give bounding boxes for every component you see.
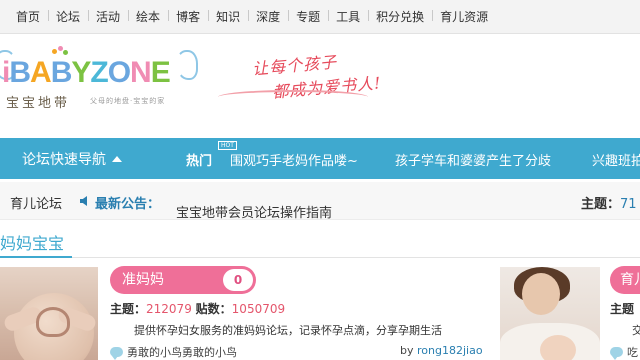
slogan: 让每个孩子 都成为爱书人!	[218, 46, 412, 102]
hot-label: 热门	[186, 154, 213, 169]
topics-label-2: 主题	[610, 302, 635, 316]
nav-item-forum[interactable]: 论坛	[48, 8, 88, 25]
logo-cn-name: 宝宝地带	[6, 96, 71, 111]
nav-item-events[interactable]: 活动	[88, 8, 128, 25]
hot-link-3[interactable]: 兴趣班拍	[592, 150, 640, 169]
forum-quick-nav-button[interactable]: 论坛快速导航	[0, 138, 172, 179]
nav-item-picture-books[interactable]: 绘本	[128, 8, 168, 25]
by-label: by	[400, 344, 414, 357]
site-header: iBABYZONE 宝宝地带 父母的地盘·宝宝的家 让每个孩子 都成为爱书人!	[0, 38, 640, 138]
announcement-bar: 育儿论坛 最新公告： 宝宝地带会员论坛操作指南 主题：71	[0, 182, 640, 221]
triangle-up-icon	[112, 155, 122, 162]
nav-item-blog[interactable]: 博客	[168, 8, 208, 25]
chat-bubble-icon	[610, 347, 623, 360]
site-logo[interactable]: iBABYZONE	[2, 56, 171, 90]
topics-label: 主题：	[110, 302, 147, 316]
nav-item-in-depth[interactable]: 深度	[248, 8, 288, 25]
hot-link-1[interactable]: 围观巧手老妈作品喽~	[230, 150, 358, 169]
nav-item-parenting-resources[interactable]: 育儿资源	[432, 8, 496, 25]
forum-nav-bar: 论坛快速导航 热门 HOT 围观巧手老妈作品喽~ 孩子学车和婆婆产生了分歧 兴趣…	[0, 138, 640, 179]
last-post-link[interactable]: 勇敢的小鸟勇敢的小鸟	[127, 344, 237, 360]
today-posts-badge: 0	[223, 269, 253, 291]
forum-stats-2: 主题	[610, 300, 634, 317]
last-post-author: by rong182jiao	[400, 344, 483, 357]
author-link[interactable]: rong182jiao	[417, 344, 483, 357]
nav-item-tools[interactable]: 工具	[328, 8, 368, 25]
forum-stats: 主题：212079 贴数：1050709	[110, 300, 285, 317]
nav-item-knowledge[interactable]: 知识	[208, 8, 248, 25]
total-topics-value: 71	[620, 197, 637, 212]
hot-link-2[interactable]: 孩子学车和婆婆产生了分歧	[395, 150, 551, 169]
total-topics-stat: 主题：71	[581, 193, 637, 212]
forum-title-parenting[interactable]: 育儿	[610, 266, 640, 294]
logo-wing-right-icon	[176, 50, 198, 80]
top-nav: 首页 论坛 活动 绘本 博客 知识 深度 专题 工具 积分兑换 育儿资源	[0, 0, 640, 34]
forum-description: 提供怀孕妇女服务的准妈妈论坛，记录怀孕点滴，分享孕期生活	[134, 324, 442, 337]
section-title-underline	[0, 256, 72, 258]
section-title[interactable]: 妈妈宝宝	[0, 230, 64, 254]
nav-item-home[interactable]: 首页	[8, 8, 48, 25]
forum-title-pregnant-moms[interactable]: 准妈妈 0	[110, 266, 256, 294]
topics-count: 212079	[146, 302, 192, 316]
total-topics-label: 主题：	[581, 197, 621, 212]
forum-thumbnail-pregnancy[interactable]	[0, 267, 98, 360]
announcement-link[interactable]: 宝宝地带会员论坛操作指南	[176, 202, 332, 221]
last-post: 勇敢的小鸟勇敢的小鸟	[110, 344, 237, 360]
last-post-2: 吃	[610, 344, 638, 360]
chat-bubble-icon	[110, 347, 123, 360]
logo-dots-icon	[52, 46, 68, 56]
hot-badge: HOT	[218, 141, 237, 150]
nav-item-topics[interactable]: 专题	[288, 8, 328, 25]
nav-item-points-exchange[interactable]: 积分兑换	[368, 8, 432, 25]
heart-hands-icon	[36, 307, 70, 337]
last-post-link-2[interactable]: 吃	[627, 344, 638, 360]
forum-thumbnail-parenting[interactable]	[500, 267, 600, 360]
slogan-swoosh	[218, 90, 368, 104]
forum-name: 准妈妈	[122, 272, 164, 288]
section-divider	[0, 257, 640, 258]
quick-nav-label: 论坛快速导航	[22, 151, 106, 168]
posts-label: 贴数：	[195, 302, 232, 316]
breadcrumb-parenting-forum[interactable]: 育儿论坛	[10, 193, 62, 212]
speaker-icon	[80, 196, 87, 206]
forum-description-2: 交	[632, 324, 640, 337]
announcement-title: 最新公告：	[95, 197, 161, 212]
posts-count: 1050709	[231, 302, 286, 316]
logo-tagline: 父母的地盘·宝宝的家	[90, 97, 166, 105]
